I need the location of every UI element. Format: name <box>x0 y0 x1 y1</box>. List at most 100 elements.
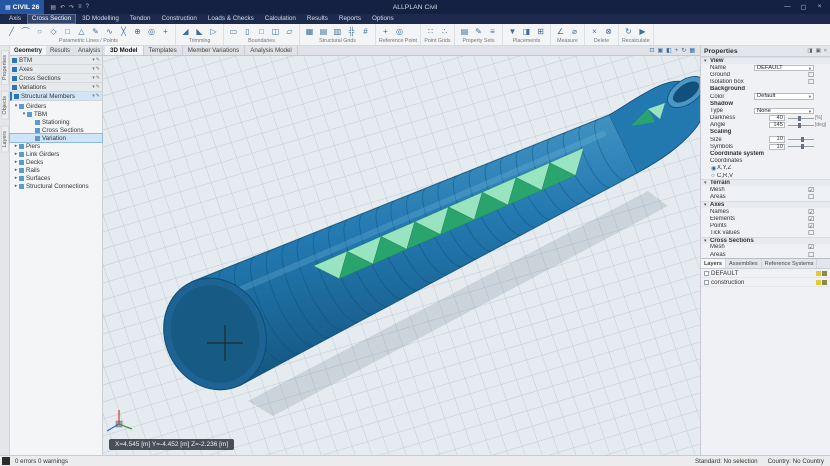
menu-item[interactable]: 3D Modelling <box>77 14 124 24</box>
property-row[interactable]: Symbols 10 <box>701 143 830 150</box>
menu-item[interactable]: Results <box>302 14 333 24</box>
ribbon-tool-icon[interactable]: × <box>588 25 601 38</box>
quick-access-icon[interactable]: ? <box>86 4 89 11</box>
viewport-tab[interactable]: 3D Model <box>105 46 144 55</box>
property-row[interactable]: Color Default <box>701 93 830 100</box>
layers-tab[interactable]: Assemblies <box>726 259 762 268</box>
ribbon-tool-icon[interactable]: ◎ <box>145 25 158 38</box>
quick-access-icon[interactable]: ▤ <box>50 4 56 11</box>
slider-track[interactable] <box>788 146 814 147</box>
navigation-section-header[interactable]: Axes ▾ ✎ <box>10 65 102 74</box>
ribbon-tool-icon[interactable]: ∠ <box>554 25 567 38</box>
ribbon-tool-icon[interactable]: # <box>359 25 372 38</box>
navigation-section-header[interactable]: Structural Members ▾ ✎ <box>10 92 102 101</box>
ribbon-tool-icon[interactable]: ◇ <box>47 25 60 38</box>
tree-item[interactable]: Variation <box>10 134 102 142</box>
property-value[interactable]: ☐ <box>808 78 814 86</box>
view-tool-icon[interactable]: ◧ <box>666 46 672 56</box>
layer-checkbox[interactable] <box>704 271 709 276</box>
navigation-tab[interactable]: Results <box>46 46 74 55</box>
ribbon-tool-icon[interactable]: ⌒ <box>19 25 32 38</box>
property-value[interactable]: 10 <box>769 144 785 150</box>
ribbon-tool-icon[interactable]: ▯ <box>241 25 254 38</box>
layers-tab[interactable]: Reference Systems <box>762 259 818 268</box>
ribbon-tool-icon[interactable]: ∴ <box>438 25 451 38</box>
tree-item[interactable]: ▸ Link Girders <box>10 150 102 158</box>
ribbon-tool-icon[interactable]: ⊕ <box>131 25 144 38</box>
ribbon-tool-icon[interactable]: ▷ <box>207 25 220 38</box>
property-row[interactable]: Background <box>701 86 830 93</box>
ribbon-tool-icon[interactable]: ≡ <box>486 25 499 38</box>
3d-scene[interactable] <box>103 56 700 455</box>
property-value[interactable]: ☐ <box>808 229 814 237</box>
ribbon-tool-icon[interactable]: ⊗ <box>602 25 615 38</box>
layers-tab[interactable]: Layers <box>701 259 726 268</box>
ribbon-tool-icon[interactable]: ╱ <box>5 25 18 38</box>
view-tool-icon[interactable]: ↻ <box>681 46 686 56</box>
layer-row[interactable]: DEFAULT <box>701 269 830 278</box>
ribbon-tool-icon[interactable]: ◎ <box>393 25 406 38</box>
tree-item[interactable]: Cross Sections <box>10 126 102 134</box>
navigation-tab[interactable]: Analysis <box>74 46 104 55</box>
window-control-icon[interactable]: × <box>815 3 824 11</box>
property-row[interactable]: Angle 145 [deg] <box>701 122 830 129</box>
property-value[interactable]: 40 <box>769 115 785 121</box>
tree-item[interactable]: ▸ Rails <box>10 166 102 174</box>
property-value[interactable]: 10 <box>769 136 785 142</box>
navigation-section-header[interactable]: BTM ▾ ✎ <box>10 56 102 65</box>
ribbon-tool-icon[interactable]: ▤ <box>458 25 471 38</box>
edit-icon[interactable]: ✎ <box>96 84 100 90</box>
quick-access-icon[interactable]: ≡ <box>78 4 82 11</box>
tree-item[interactable]: ▸ Decks <box>10 158 102 166</box>
ribbon-tool-icon[interactable]: ◫ <box>269 25 282 38</box>
ribbon-tool-icon[interactable]: ▼ <box>506 25 519 38</box>
property-row[interactable]: Coordinates <box>701 158 830 165</box>
ribbon-tool-icon[interactable]: ▱ <box>283 25 296 38</box>
view-tool-icon[interactable]: ▣ <box>657 46 663 56</box>
ribbon-tool-icon[interactable]: + <box>159 25 172 38</box>
slider-track[interactable] <box>788 139 814 140</box>
properties-header-icon[interactable]: × <box>824 48 827 54</box>
viewport-tab[interactable]: Analysis Model <box>245 46 298 55</box>
view-tool-icon[interactable]: ▦ <box>689 46 695 56</box>
ribbon-tool-icon[interactable]: ◢ <box>179 25 192 38</box>
viewport-tab[interactable]: Templates <box>144 46 183 55</box>
ribbon-tool-icon[interactable]: ╳ <box>117 25 130 38</box>
palette-side-tab[interactable]: Objects <box>1 91 9 120</box>
edit-icon[interactable]: ✎ <box>96 75 100 81</box>
window-control-icon[interactable]: ▢ <box>799 3 808 11</box>
tree-item[interactable]: ▾ TBM <box>10 110 102 118</box>
ribbon-tool-icon[interactable]: △ <box>75 25 88 38</box>
property-row[interactable]: Darkness 40 [%] <box>701 115 830 122</box>
ribbon-tool-icon[interactable]: ▥ <box>331 25 344 38</box>
view-tool-icon[interactable]: + <box>675 46 679 56</box>
property-row[interactable]: Name DEFAULT <box>701 64 830 71</box>
edit-icon[interactable]: ✎ <box>96 93 100 99</box>
view-tool-icon[interactable]: ⊡ <box>649 46 654 56</box>
menu-item[interactable]: Options <box>367 14 399 24</box>
dropdown-icon[interactable]: ▾ <box>92 57 95 63</box>
menu-item[interactable]: Construction <box>157 14 202 24</box>
ribbon-tool-icon[interactable]: ⌀ <box>568 25 581 38</box>
property-row[interactable]: Size 10 <box>701 136 830 143</box>
property-row[interactable]: ○ C,R,V <box>701 172 830 179</box>
ribbon-tool-icon[interactable]: ▭ <box>227 25 240 38</box>
tree-item[interactable]: ▸ Surfaces <box>10 174 102 182</box>
tree-item[interactable]: ▾ Girders <box>10 102 102 110</box>
tree-item[interactable]: ▸ Structural Connections <box>10 182 102 190</box>
ribbon-tool-icon[interactable]: ✎ <box>472 25 485 38</box>
navigation-section-header[interactable]: Cross Sections ▾ ✎ <box>10 74 102 83</box>
menu-item[interactable]: Tendon <box>125 14 156 24</box>
property-row[interactable]: Type None <box>701 107 830 114</box>
tree-item[interactable]: ▸ Piers <box>10 142 102 150</box>
property-row[interactable]: Isolation box ☐ <box>701 79 830 86</box>
property-value[interactable]: 145 <box>769 122 785 128</box>
ribbon-tool-icon[interactable]: ◨ <box>520 25 533 38</box>
ribbon-tool-icon[interactable]: + <box>379 25 392 38</box>
properties-header-icon[interactable]: ▣ <box>816 48 821 54</box>
property-row[interactable]: ◉ X,Y,Z <box>701 165 830 172</box>
ribbon-tool-icon[interactable]: ◣ <box>193 25 206 38</box>
ribbon-tool-icon[interactable]: ∿ <box>103 25 116 38</box>
slider-track[interactable] <box>788 118 814 119</box>
ribbon-tool-icon[interactable]: ∷ <box>424 25 437 38</box>
